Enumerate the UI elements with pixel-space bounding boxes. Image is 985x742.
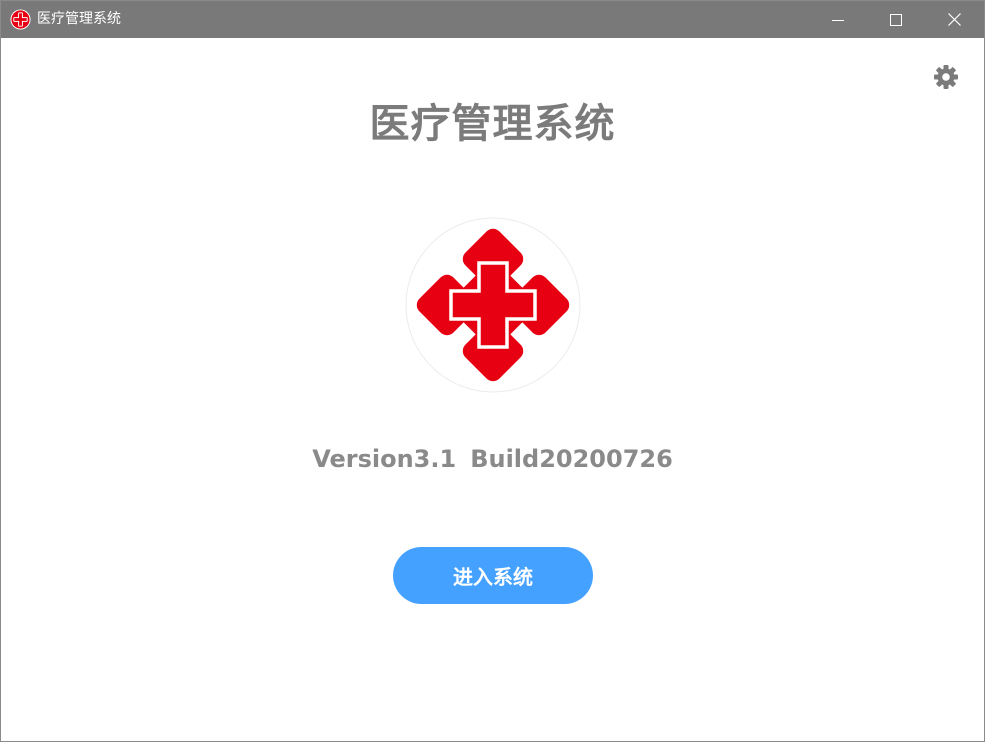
minimize-button[interactable]	[809, 1, 867, 38]
title-bar[interactable]: 医疗管理系统	[1, 1, 984, 38]
red-cross-icon	[405, 217, 581, 393]
settings-button[interactable]	[932, 63, 960, 91]
gear-icon	[934, 65, 958, 89]
window-title: 医疗管理系统	[37, 11, 121, 27]
maximize-button[interactable]	[867, 1, 925, 38]
page-title: 医疗管理系统	[369, 101, 616, 147]
app-window: 医疗管理系统 医疗管理系统 Version3.1 Build20200726 进…	[0, 0, 985, 742]
maximize-icon	[890, 13, 902, 26]
app-icon	[10, 9, 31, 30]
version-label: Version3.1	[312, 445, 457, 473]
enter-system-button[interactable]: 进入系统	[393, 547, 593, 604]
build-label: Build20200726	[470, 445, 673, 473]
close-button[interactable]	[925, 1, 983, 38]
close-icon	[947, 13, 961, 26]
minimize-icon	[832, 19, 844, 21]
version-info: Version3.1 Build20200726	[1, 445, 984, 473]
